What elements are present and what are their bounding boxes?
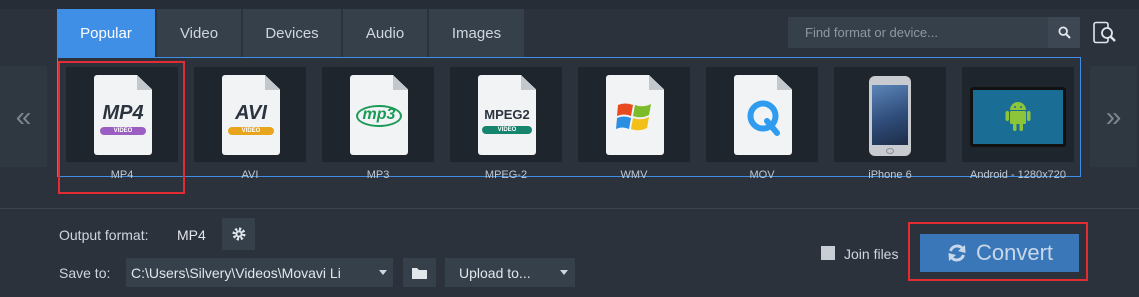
format-wmv[interactable]: WMV	[578, 67, 690, 181]
chevron-down-icon	[560, 270, 568, 275]
search-icon	[1057, 26, 1071, 39]
tab-popular[interactable]: Popular	[57, 9, 155, 57]
folder-icon	[412, 267, 427, 279]
format-label: iPhone 6	[868, 169, 912, 181]
top-strip	[0, 0, 1139, 9]
refresh-icon	[948, 244, 966, 262]
tab-audio[interactable]: Audio	[343, 9, 427, 57]
chevron-down-icon	[378, 270, 387, 275]
save-path-dropdown[interactable]	[372, 258, 393, 287]
browse-folder-button[interactable]	[403, 258, 436, 287]
quicktime-logo-icon	[747, 100, 780, 136]
output-settings-button[interactable]	[222, 218, 255, 250]
output-format-label: Output format:	[59, 227, 149, 243]
format-label: MP3	[366, 169, 390, 181]
upload-to-label: Upload to...	[459, 264, 531, 281]
format-mov[interactable]: MOV	[706, 67, 818, 181]
format-label: MPEG-2	[484, 169, 528, 181]
convert-label: Convert	[975, 240, 1054, 265]
join-files-checkbox[interactable]	[821, 246, 835, 260]
prev-formats-button[interactable]: «	[0, 66, 47, 167]
divider	[0, 208, 1139, 209]
convert-button[interactable]: Convert	[920, 234, 1079, 272]
next-formats-button[interactable]: »	[1090, 66, 1137, 167]
mp4-badge: MP4	[102, 102, 144, 124]
search-button[interactable]	[1048, 17, 1080, 48]
avi-badge: AVI	[235, 102, 267, 124]
upload-to-button[interactable]: Upload to...	[445, 258, 575, 287]
format-iphone6[interactable]: iPhone 6	[834, 67, 946, 181]
join-files-label: Join files	[844, 246, 899, 262]
tab-images[interactable]: Images	[429, 9, 524, 57]
format-label: Android - 1280x720	[969, 169, 1066, 181]
format-label: MOV	[749, 169, 775, 181]
gear-icon	[232, 227, 245, 241]
tab-video[interactable]: Video	[157, 9, 241, 57]
format-avi[interactable]: AVI VIDEO AVI	[194, 67, 306, 181]
device-search-icon	[1093, 21, 1116, 43]
search-input[interactable]	[788, 17, 1048, 48]
format-tabs: Popular Video Devices Audio Images	[57, 9, 524, 57]
format-label: WMV	[620, 169, 648, 181]
format-label: MP4	[110, 169, 134, 181]
device-detect-button[interactable]	[1088, 17, 1122, 48]
android-logo-icon	[1005, 102, 1031, 131]
format-mp3[interactable]: mp3 MP3	[322, 67, 434, 181]
output-format-value: MP4	[177, 227, 206, 243]
windows-logo-icon	[616, 103, 651, 131]
mpeg2-badge: MPEG2	[484, 107, 530, 122]
format-mpeg2[interactable]: MPEG2 VIDEO MPEG-2	[450, 67, 562, 181]
tab-devices[interactable]: Devices	[243, 9, 341, 57]
format-android-1280x720[interactable]: Android - 1280x720	[962, 67, 1074, 181]
formats-panel: MP4 VIDEO MP4 AVI VIDEO AVI mp3 MP3 MPEG…	[57, 57, 1081, 181]
format-mp4[interactable]: MP4 VIDEO MP4	[66, 67, 178, 181]
format-label: AVI	[241, 169, 259, 181]
save-path-field[interactable]	[126, 258, 372, 287]
save-to-label: Save to:	[59, 265, 111, 281]
mp3-badge: mp3	[362, 106, 396, 123]
